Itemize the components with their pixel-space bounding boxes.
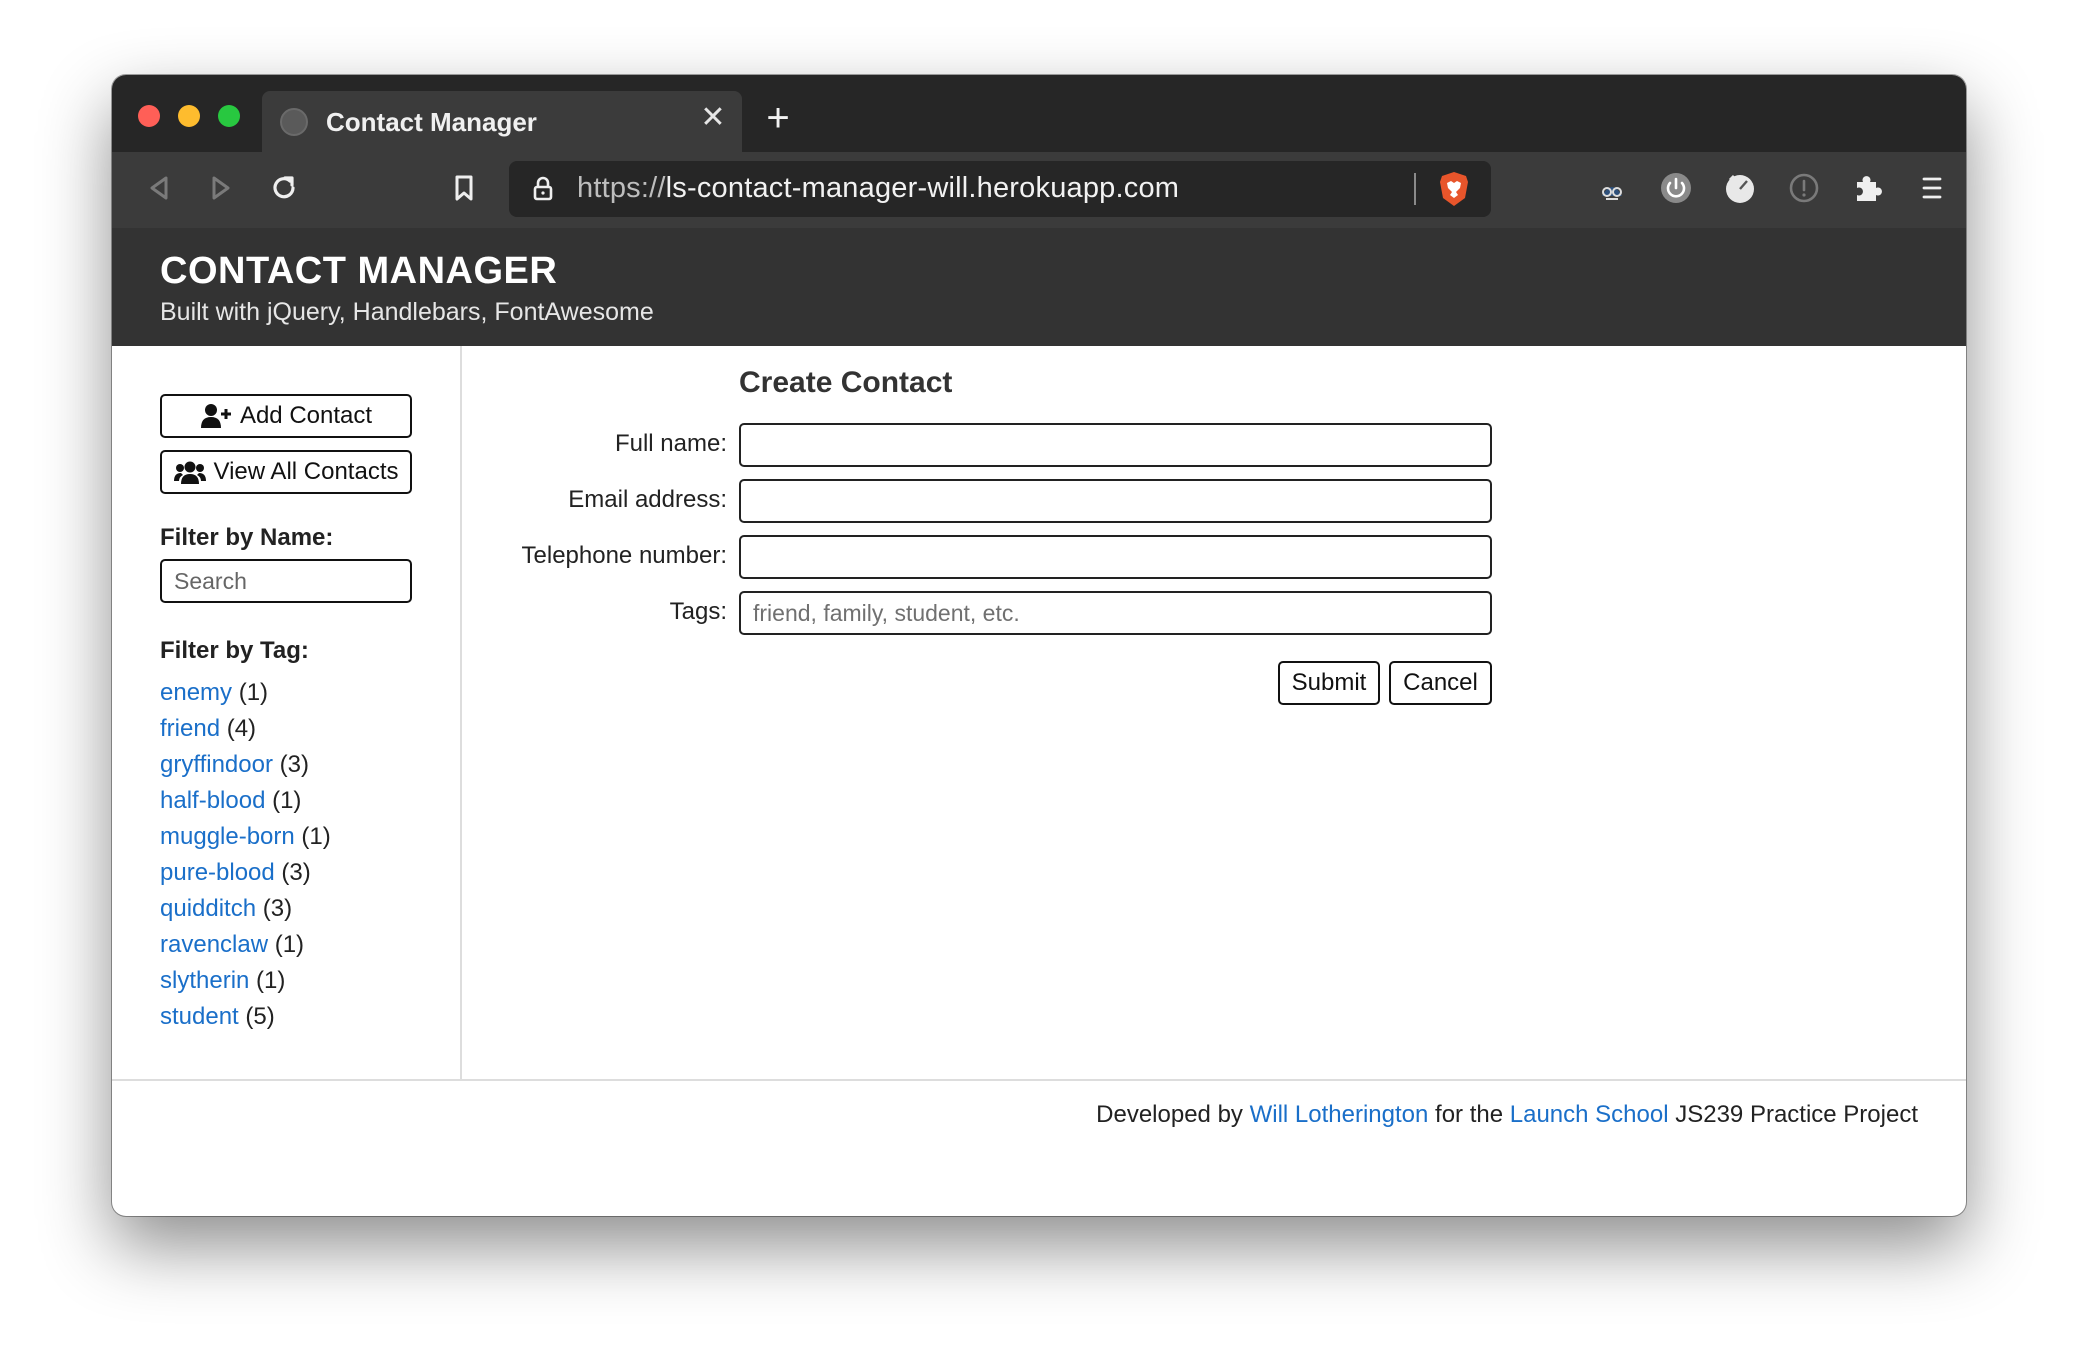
tags-label: Tags: xyxy=(669,598,727,625)
forward-icon[interactable] xyxy=(200,168,240,208)
tab-strip: Contact Manager ✕ + xyxy=(112,75,1966,152)
full-name-input[interactable] xyxy=(739,423,1492,467)
tag-link-student[interactable]: student xyxy=(160,1003,239,1030)
tag-count: (3) xyxy=(279,751,309,778)
search-input[interactable] xyxy=(160,559,412,603)
tag-item: pure-blood (3) xyxy=(160,855,331,891)
globe-icon xyxy=(280,108,308,136)
reload-icon[interactable] xyxy=(264,168,304,208)
extensions-puzzle-icon[interactable] xyxy=(1848,168,1888,208)
author-link[interactable]: Will Lotherington xyxy=(1250,1101,1429,1128)
view-all-contacts-button[interactable]: View All Contacts xyxy=(160,450,412,494)
lock-icon[interactable] xyxy=(529,175,557,203)
info-extension-icon[interactable] xyxy=(1784,168,1824,208)
phone-label: Telephone number: xyxy=(521,542,727,569)
power-extension-icon[interactable] xyxy=(1656,168,1696,208)
form-title: Create Contact xyxy=(739,366,953,399)
url-separator xyxy=(1414,173,1416,205)
email-label: Email address: xyxy=(568,486,727,513)
user-plus-icon xyxy=(200,404,231,428)
tag-link-quidditch[interactable]: quidditch xyxy=(160,895,256,922)
tag-item: muggle-born (1) xyxy=(160,819,331,855)
close-window-button[interactable] xyxy=(138,105,160,127)
tag-item: half-blood (1) xyxy=(160,783,331,819)
site-subtitle: Built with jQuery, Handlebars, FontAweso… xyxy=(160,298,654,326)
minimize-window-button[interactable] xyxy=(178,105,200,127)
tag-link-ravenclaw[interactable]: ravenclaw xyxy=(160,931,268,958)
users-icon xyxy=(173,461,206,484)
submit-button[interactable]: Submit xyxy=(1278,661,1380,705)
tab-contact-manager[interactable]: Contact Manager ✕ xyxy=(262,91,742,152)
zoom-window-button[interactable] xyxy=(218,105,240,127)
phone-input[interactable] xyxy=(739,535,1492,579)
tags-input[interactable] xyxy=(739,591,1492,635)
footer: Developed by Will Lotherington for the L… xyxy=(112,1079,1966,1216)
tag-link-friend[interactable]: friend xyxy=(160,715,220,742)
url-scheme: https:// xyxy=(577,172,666,204)
tag-count: (1) xyxy=(272,787,302,814)
tag-count: (3) xyxy=(281,859,311,886)
tag-count: (1) xyxy=(274,931,305,958)
add-contact-label: Add Contact xyxy=(239,402,373,429)
footer-suffix: JS239 Practice Project xyxy=(1675,1101,1918,1128)
footer-middle: for the xyxy=(1435,1101,1504,1128)
address-bar[interactable]: https://ls-contact-manager-will.herokuap… xyxy=(509,161,1491,217)
tag-item: friend (4) xyxy=(160,711,331,747)
new-tab-button[interactable]: + xyxy=(760,98,796,138)
filter-by-name-heading: Filter by Name: xyxy=(160,524,334,551)
tag-count: (1) xyxy=(238,679,269,706)
tag-count: (1) xyxy=(301,823,331,850)
menu-icon[interactable] xyxy=(1912,168,1952,208)
tag-link-half-blood[interactable]: half-blood xyxy=(160,787,265,814)
footer-credit: Developed by Will Lotherington for the L… xyxy=(1096,1101,1918,1129)
tag-item: quidditch (3) xyxy=(160,891,331,927)
timer-extension-icon[interactable] xyxy=(1720,168,1760,208)
tag-link-pure-blood[interactable]: pure-blood xyxy=(160,859,275,886)
bookmark-icon[interactable] xyxy=(444,168,484,208)
spy-extension-icon[interactable] xyxy=(1592,168,1632,208)
tag-link-slytherin[interactable]: slytherin xyxy=(160,967,249,994)
site-title: CONTACT MANAGER xyxy=(160,250,558,292)
sidebar: Add Contact View All Contacts Filter by … xyxy=(112,346,462,1079)
launch-school-link[interactable]: Launch School xyxy=(1510,1101,1669,1128)
brave-shields-icon[interactable] xyxy=(1437,170,1471,208)
filter-by-tag-heading: Filter by Tag: xyxy=(160,637,309,664)
full-name-label: Full name: xyxy=(614,430,727,457)
back-icon[interactable] xyxy=(140,168,180,208)
tag-list: enemy (1) friend (4) gryffindoor (3) hal… xyxy=(160,675,331,1035)
tag-item: student (5) xyxy=(160,999,331,1035)
tag-item: slytherin (1) xyxy=(160,963,331,999)
tag-link-enemy[interactable]: enemy xyxy=(160,679,232,706)
url-text[interactable]: https://ls-contact-manager-will.herokuap… xyxy=(577,172,1179,205)
tag-count: (4) xyxy=(226,715,257,742)
email-input[interactable] xyxy=(739,479,1492,523)
url-host: ls-contact-manager-will.herokuapp.com xyxy=(665,172,1180,204)
cancel-button[interactable]: Cancel xyxy=(1389,661,1492,705)
site-header: CONTACT MANAGER Built with jQuery, Handl… xyxy=(112,228,1966,346)
tag-item: enemy (1) xyxy=(160,675,331,711)
browser-toolbar: https://ls-contact-manager-will.herokuap… xyxy=(112,152,1966,228)
close-tab-icon[interactable]: ✕ xyxy=(698,103,728,133)
view-all-contacts-label: View All Contacts xyxy=(213,458,399,485)
add-contact-button[interactable]: Add Contact xyxy=(160,394,412,438)
tag-link-muggle-born[interactable]: muggle-born xyxy=(160,823,295,850)
tag-item: ravenclaw (1) xyxy=(160,927,331,963)
browser-window: Contact Manager ✕ + https://ls-contact-m… xyxy=(112,75,1966,1216)
tab-title: Contact Manager xyxy=(326,107,537,137)
footer-prefix: Developed by xyxy=(1096,1101,1243,1128)
tag-count: (5) xyxy=(245,1003,275,1030)
tag-item: gryffindoor (3) xyxy=(160,747,331,783)
tag-link-gryffindoor[interactable]: gryffindoor xyxy=(160,751,273,778)
tag-count: (1) xyxy=(256,967,286,994)
tag-count: (3) xyxy=(262,895,293,922)
